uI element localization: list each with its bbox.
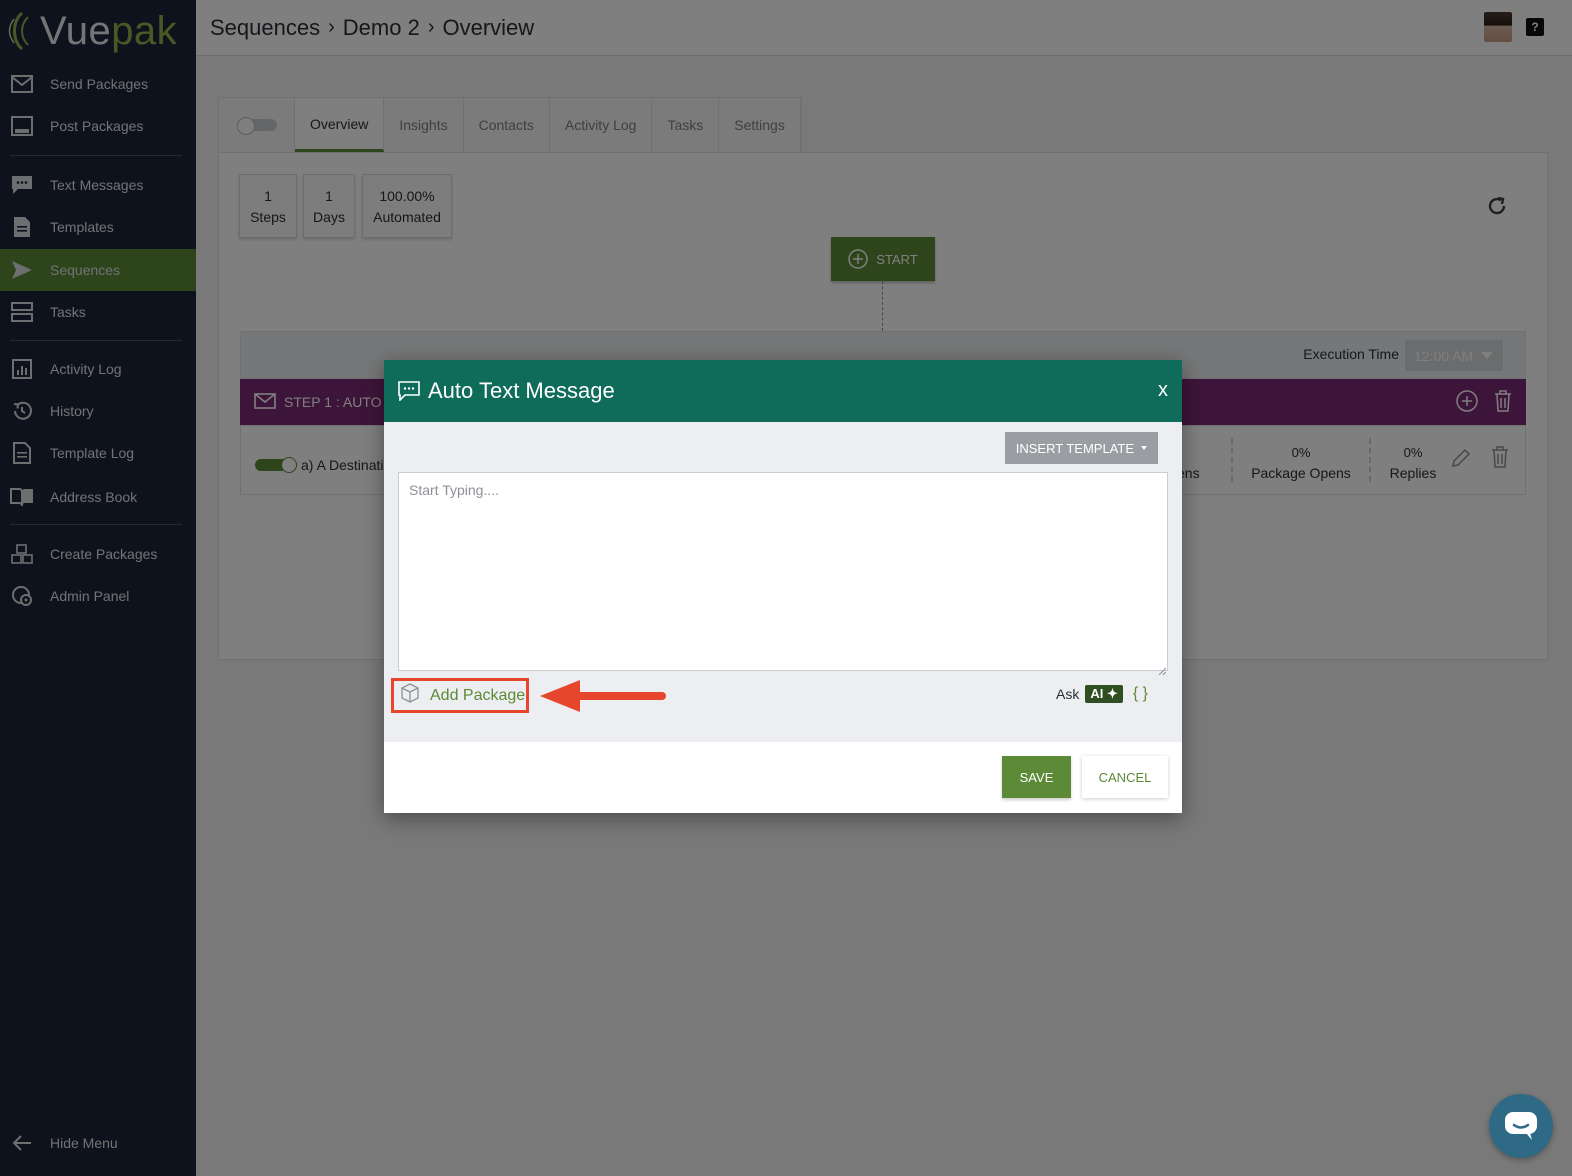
- cancel-button[interactable]: CANCEL: [1082, 756, 1168, 798]
- caret-down-icon: [1141, 446, 1147, 450]
- add-package-button[interactable]: Add Package: [391, 678, 529, 713]
- annotation-arrow-icon: [540, 680, 666, 712]
- close-button[interactable]: x: [1158, 379, 1168, 402]
- chat-icon: [398, 381, 420, 401]
- modal-header: Auto Text Message x: [384, 360, 1182, 422]
- package-box-icon: [400, 683, 420, 708]
- message-textarea[interactable]: [398, 472, 1168, 671]
- ask-ai[interactable]: Ask AI ✦ { }: [1056, 685, 1148, 703]
- modal-footer: SAVE CANCEL: [384, 742, 1182, 813]
- add-package-label: Add Package: [430, 686, 526, 704]
- insert-template-label: INSERT TEMPLATE: [1015, 440, 1134, 456]
- auto-text-message-modal: Auto Text Message x INSERT TEMPLATE Add …: [384, 360, 1182, 813]
- modal-title: Auto Text Message: [428, 378, 615, 403]
- sparkle-icon: ✦: [1103, 686, 1118, 701]
- ai-badge: AI ✦: [1085, 685, 1123, 703]
- resize-handle-icon[interactable]: [1158, 662, 1167, 676]
- support-chat-button[interactable]: [1489, 1094, 1553, 1158]
- ask-label: Ask: [1056, 686, 1080, 702]
- variables-button[interactable]: { }: [1133, 685, 1148, 703]
- save-button[interactable]: SAVE: [1002, 756, 1071, 798]
- modal-body: INSERT TEMPLATE Add Package Ask AI ✦ { }: [384, 422, 1182, 742]
- insert-template-button[interactable]: INSERT TEMPLATE: [1004, 432, 1158, 464]
- chat-bubble-icon: [1505, 1112, 1537, 1140]
- ai-badge-text: AI: [1090, 686, 1104, 701]
